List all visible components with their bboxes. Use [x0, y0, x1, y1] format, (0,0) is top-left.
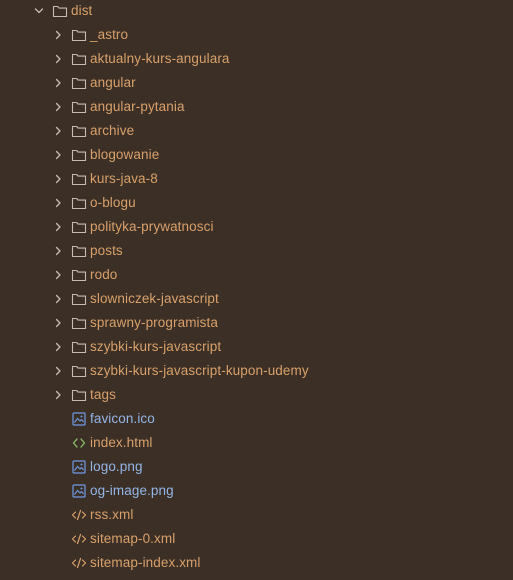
chevron-right-icon[interactable]	[52, 173, 64, 185]
chevron-right-icon[interactable]	[52, 77, 64, 89]
tree-row-angular-pytania[interactable]: angular-pytania	[0, 95, 513, 119]
folder-icon	[71, 339, 87, 355]
folder-icon	[71, 243, 87, 259]
folder-icon	[71, 195, 87, 211]
chevron-right-icon[interactable]	[52, 389, 64, 401]
tree-label-dist: dist	[71, 3, 93, 18]
tree-label-sitemap-index-xml: sitemap-index.xml	[90, 555, 201, 570]
folder-icon	[71, 27, 87, 43]
tree-label-logo-png: logo.png	[90, 459, 143, 474]
tree-row-rss-xml[interactable]: rss.xml	[0, 503, 513, 527]
tree-label-aktualny-kurs-angulara: aktualny-kurs-angulara	[90, 51, 230, 66]
folder-icon	[71, 219, 87, 235]
tree-label-polityka-prywatnosci: polityka-prywatnosci	[90, 219, 214, 234]
tree-row-aktualny-kurs-angulara[interactable]: aktualny-kurs-angulara	[0, 47, 513, 71]
chevron-right-icon[interactable]	[52, 245, 64, 257]
tree-row-polityka-prywatnosci[interactable]: polityka-prywatnosci	[0, 215, 513, 239]
folder-icon	[71, 267, 87, 283]
image-file-icon	[71, 411, 87, 427]
tree-label-index-html: index.html	[90, 435, 153, 450]
folder-icon	[71, 51, 87, 67]
chevron-right-icon[interactable]	[52, 317, 64, 329]
tree-label-slowniczek-javascript: slowniczek-javascript	[90, 291, 219, 306]
xml-file-icon	[71, 555, 87, 571]
tree-label-sprawny-programista: sprawny-programista	[90, 315, 218, 330]
tree-label-rss-xml: rss.xml	[90, 507, 134, 522]
tree-label-astro: _astro	[90, 27, 129, 42]
tree-label-archive: archive	[90, 123, 135, 138]
chevron-right-icon[interactable]	[52, 101, 64, 113]
tree-row-o-blogu[interactable]: o-blogu	[0, 191, 513, 215]
tree-row-szybki-kurs-javascript[interactable]: szybki-kurs-javascript	[0, 335, 513, 359]
html-file-icon	[71, 435, 87, 451]
folder-icon	[71, 363, 87, 379]
tree-label-kurs-java-8: kurs-java-8	[90, 171, 158, 186]
tree-row-archive[interactable]: archive	[0, 119, 513, 143]
folder-icon	[71, 75, 87, 91]
tree-row-sitemap-index-xml[interactable]: sitemap-index.xml	[0, 551, 513, 575]
folder-icon	[71, 171, 87, 187]
folder-icon	[71, 387, 87, 403]
chevron-right-icon[interactable]	[52, 269, 64, 281]
chevron-right-icon[interactable]	[52, 197, 64, 209]
tree-label-szybki-kurs-javascript: szybki-kurs-javascript	[90, 339, 222, 354]
folder-icon	[71, 315, 87, 331]
tree-row-tags[interactable]: tags	[0, 383, 513, 407]
tree-label-posts: posts	[90, 243, 123, 258]
chevron-right-icon[interactable]	[52, 29, 64, 41]
tree-row-slowniczek-javascript[interactable]: slowniczek-javascript	[0, 287, 513, 311]
tree-label-blogowanie: blogowanie	[90, 147, 160, 162]
tree-row-astro[interactable]: _astro	[0, 23, 513, 47]
tree-row-szybki-kurs-javascript-kupon-udemy[interactable]: szybki-kurs-javascript-kupon-udemy	[0, 359, 513, 383]
tree-row-posts[interactable]: posts	[0, 239, 513, 263]
chevron-right-icon[interactable]	[52, 221, 64, 233]
tree-label-szybki-kurs-javascript-kupon-udemy: szybki-kurs-javascript-kupon-udemy	[90, 363, 309, 378]
chevron-right-icon[interactable]	[52, 365, 64, 377]
chevron-right-icon[interactable]	[52, 149, 64, 161]
tree-row-dist[interactable]: dist	[0, 0, 513, 23]
chevron-right-icon[interactable]	[52, 293, 64, 305]
folder-icon	[71, 291, 87, 307]
tree-row-og-image-png[interactable]: og-image.png	[0, 479, 513, 503]
image-file-icon	[71, 483, 87, 499]
tree-label-angular: angular	[90, 75, 136, 90]
tree-row-blogowanie[interactable]: blogowanie	[0, 143, 513, 167]
tree-row-logo-png[interactable]: logo.png	[0, 455, 513, 479]
xml-file-icon	[71, 507, 87, 523]
tree-row-index-html[interactable]: index.html	[0, 431, 513, 455]
chevron-right-icon[interactable]	[52, 53, 64, 65]
tree-label-rodo: rodo	[90, 267, 118, 282]
tree-row-sprawny-programista[interactable]: sprawny-programista	[0, 311, 513, 335]
tree-row-sitemap-0-xml[interactable]: sitemap-0.xml	[0, 527, 513, 551]
tree-label-favicon-ico: favicon.ico	[90, 411, 155, 426]
tree-row-rodo[interactable]: rodo	[0, 263, 513, 287]
tree-row-favicon-ico[interactable]: favicon.ico	[0, 407, 513, 431]
tree-row-angular[interactable]: angular	[0, 71, 513, 95]
folder-icon	[71, 147, 87, 163]
chevron-right-icon[interactable]	[52, 341, 64, 353]
tree-label-tags: tags	[90, 387, 116, 402]
xml-file-icon	[71, 531, 87, 547]
project-file-tree: dist _astro aktualny-kurs-angulara angular…	[0, 0, 513, 580]
folder-icon	[52, 3, 68, 19]
tree-label-o-blogu: o-blogu	[90, 195, 136, 210]
tree-label-angular-pytania: angular-pytania	[90, 99, 185, 114]
chevron-down-icon[interactable]	[33, 5, 45, 17]
chevron-right-icon[interactable]	[52, 125, 64, 137]
tree-row-kurs-java-8[interactable]: kurs-java-8	[0, 167, 513, 191]
tree-label-sitemap-0-xml: sitemap-0.xml	[90, 531, 176, 546]
folder-icon	[71, 99, 87, 115]
image-file-icon	[71, 459, 87, 475]
folder-icon	[71, 123, 87, 139]
tree-label-og-image-png: og-image.png	[90, 483, 174, 498]
